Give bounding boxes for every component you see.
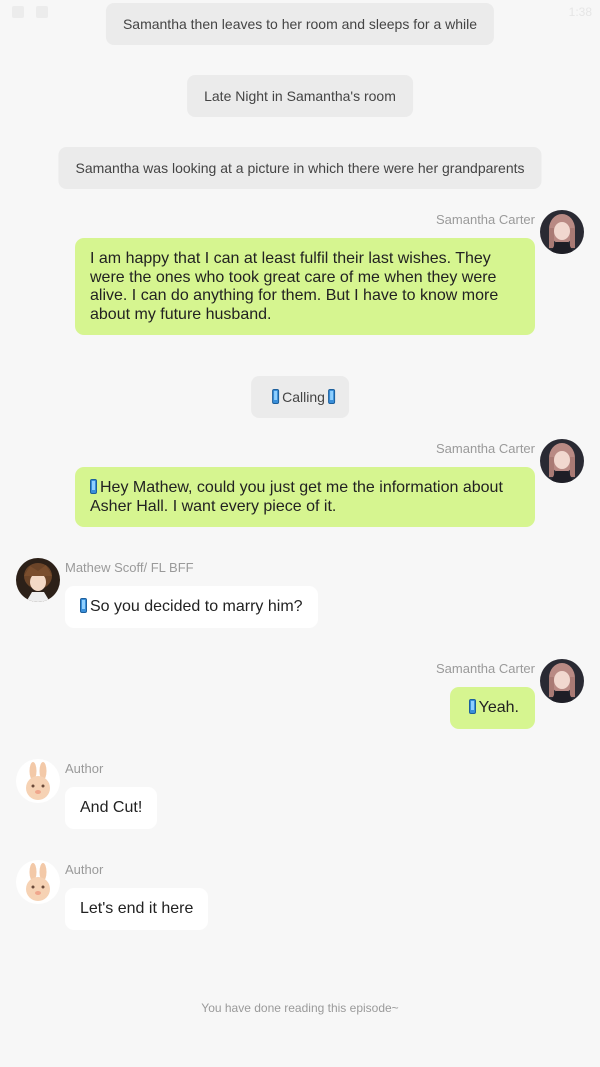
sender-name: Author: [65, 761, 104, 776]
phone-icon: [327, 389, 335, 404]
add-icon: [36, 6, 48, 18]
author-avatar[interactable]: [16, 759, 60, 803]
mathew-avatar[interactable]: [16, 558, 60, 602]
sender-name: Author: [65, 862, 104, 877]
narration-text: Calling: [282, 389, 325, 405]
phone-icon: [468, 699, 476, 714]
message-bubble: And Cut!: [65, 787, 158, 829]
sender-name: Samantha Carter: [436, 212, 535, 227]
sender-name: Mathew Scoff/ FL BFF: [65, 560, 194, 575]
message-text: So you decided to marry him?: [90, 598, 303, 615]
phone-icon: [272, 389, 280, 404]
samantha-avatar[interactable]: [540, 439, 584, 483]
message-text: I am happy that I can at least fulfil th…: [90, 250, 499, 323]
image-icon: [12, 6, 24, 18]
message-bubble: Let's end it here: [65, 888, 209, 930]
message-bubble: I am happy that I can at least fulfil th…: [75, 238, 535, 336]
narration-bubble: Calling: [251, 376, 349, 418]
message-text: Yeah.: [478, 699, 519, 716]
phone-icon: [80, 598, 87, 613]
narration-bubble: Samantha was looking at a picture in whi…: [58, 147, 542, 189]
phone-icon: [90, 479, 97, 494]
sender-name: Samantha Carter: [436, 661, 535, 676]
author-avatar[interactable]: [16, 860, 60, 904]
episode-end-text: You have done reading this episode~: [201, 1001, 399, 1015]
narration-bubble: Samantha then leaves to her room and sle…: [105, 3, 495, 45]
message-text: And Cut!: [80, 799, 143, 816]
message-bubble: So you decided to marry him?: [65, 586, 318, 628]
message-text: Hey Mathew, could you just get me the in…: [90, 479, 503, 515]
samantha-avatar[interactable]: [540, 659, 584, 703]
status-time: 1:38: [568, 5, 592, 19]
message-text: Let's end it here: [80, 900, 194, 917]
narration-bubble: Late Night in Samantha's room: [187, 75, 413, 117]
message-bubble: Yeah.: [449, 687, 535, 729]
sender-name: Samantha Carter: [436, 441, 535, 456]
samantha-avatar[interactable]: [540, 210, 584, 254]
message-bubble: Hey Mathew, could you just get me the in…: [75, 467, 535, 528]
